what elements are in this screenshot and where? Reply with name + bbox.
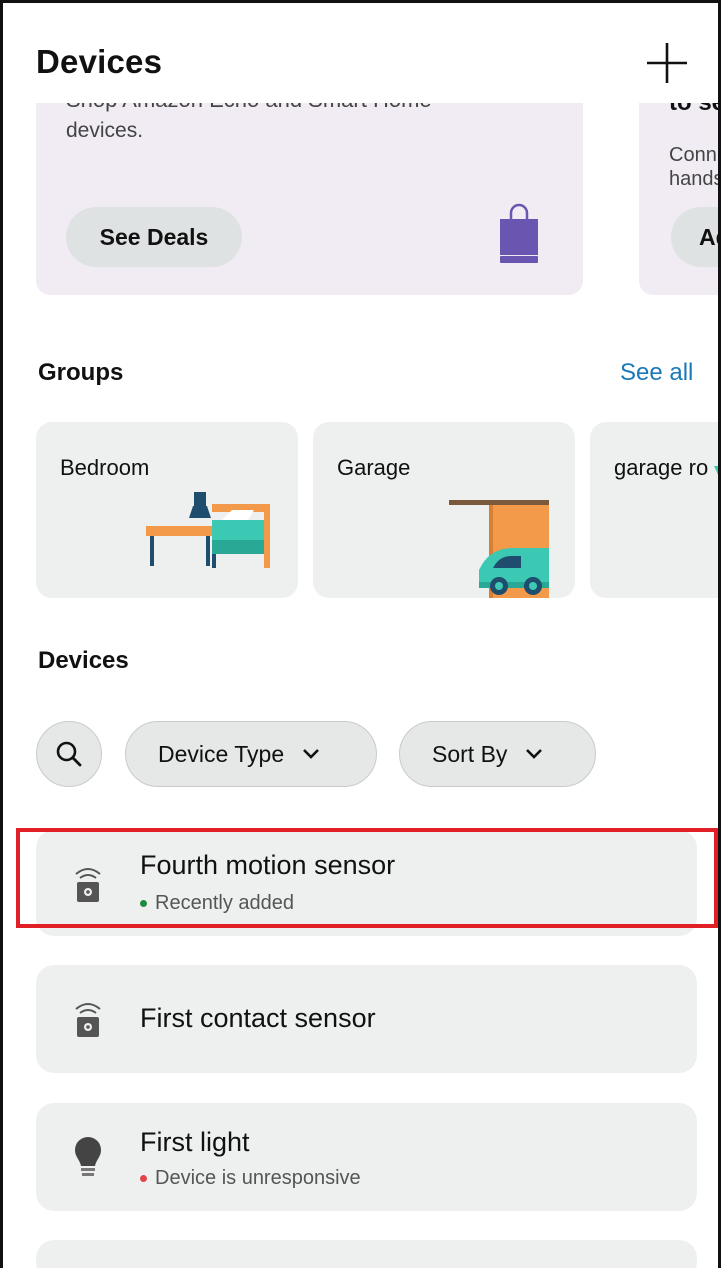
shopping-bag-icon [500,203,538,263]
group-label: Bedroom [60,455,150,480]
filter-label: Sort By [432,740,508,767]
device-name: Fourth motion sensor [140,850,396,880]
promo-text: Conn hands [669,143,721,191]
device-row-first-light[interactable]: First light Device is unresponsive [36,1103,697,1211]
group-card-garage[interactable]: Garage [313,422,575,598]
promo-text-line: Conn [669,144,717,166]
search-icon [56,741,82,767]
app-screen: Shop Amazon Echo and Smart Home devices.… [0,0,721,1268]
device-name: First light [140,1127,250,1157]
promo-heading: to se [669,103,718,117]
chevron-down-icon [303,749,320,759]
room-illustration [714,466,718,475]
groups-heading: Groups [38,359,124,386]
chevron-down-icon [526,749,543,759]
group-label: Garage [337,455,411,480]
device-status-text: Recently added [155,892,294,914]
sort-by-filter[interactable]: Sort By [399,721,596,787]
group-card-garage-room[interactable]: garage ro [590,422,718,598]
bedroom-illustration [146,492,270,568]
garage-illustration [449,500,549,598]
status-dot-icon [140,1175,147,1182]
device-status: Recently added [140,892,294,915]
device-status-text: Device is unresponsive [155,1167,361,1189]
plus-icon [647,43,687,83]
lightbulb-icon [75,1137,101,1176]
see-deals-button[interactable]: See Deals [66,207,242,267]
device-row-fourth-motion-sensor[interactable]: Fourth motion sensor Recently added [36,830,697,936]
app-header: Devices [3,3,718,103]
filter-label: Device Type [158,740,285,767]
device-status: Device is unresponsive [140,1167,361,1190]
devices-heading: Devices [38,647,129,674]
device-search-button[interactable] [36,721,102,787]
see-all-groups-link[interactable]: See all [620,359,693,387]
add-device-button[interactable] [643,39,691,87]
promo-card-deals[interactable]: Shop Amazon Echo and Smart Home devices.… [36,103,583,295]
group-label: garage ro [614,455,709,480]
promo-add-button[interactable]: Ad [671,207,718,267]
group-card-bedroom[interactable]: Bedroom [36,422,298,598]
sensor-icon [75,868,101,902]
promo-card-setup[interactable]: to se Conn hands Ad [639,103,721,295]
sensor-icon [75,1003,101,1037]
device-row-partial[interactable] [36,1240,697,1268]
status-dot-icon [140,900,147,907]
promo-text: devices. [66,119,144,142]
device-type-filter[interactable]: Device Type [125,721,377,787]
page-title: Devices [36,43,163,80]
promo-text-line: hands [669,168,721,190]
device-row-first-contact-sensor[interactable]: First contact sensor [36,965,697,1073]
promo-cut-text: Shop Amazon Echo and Smart Home [66,103,432,113]
device-name: First contact sensor [140,1003,376,1033]
